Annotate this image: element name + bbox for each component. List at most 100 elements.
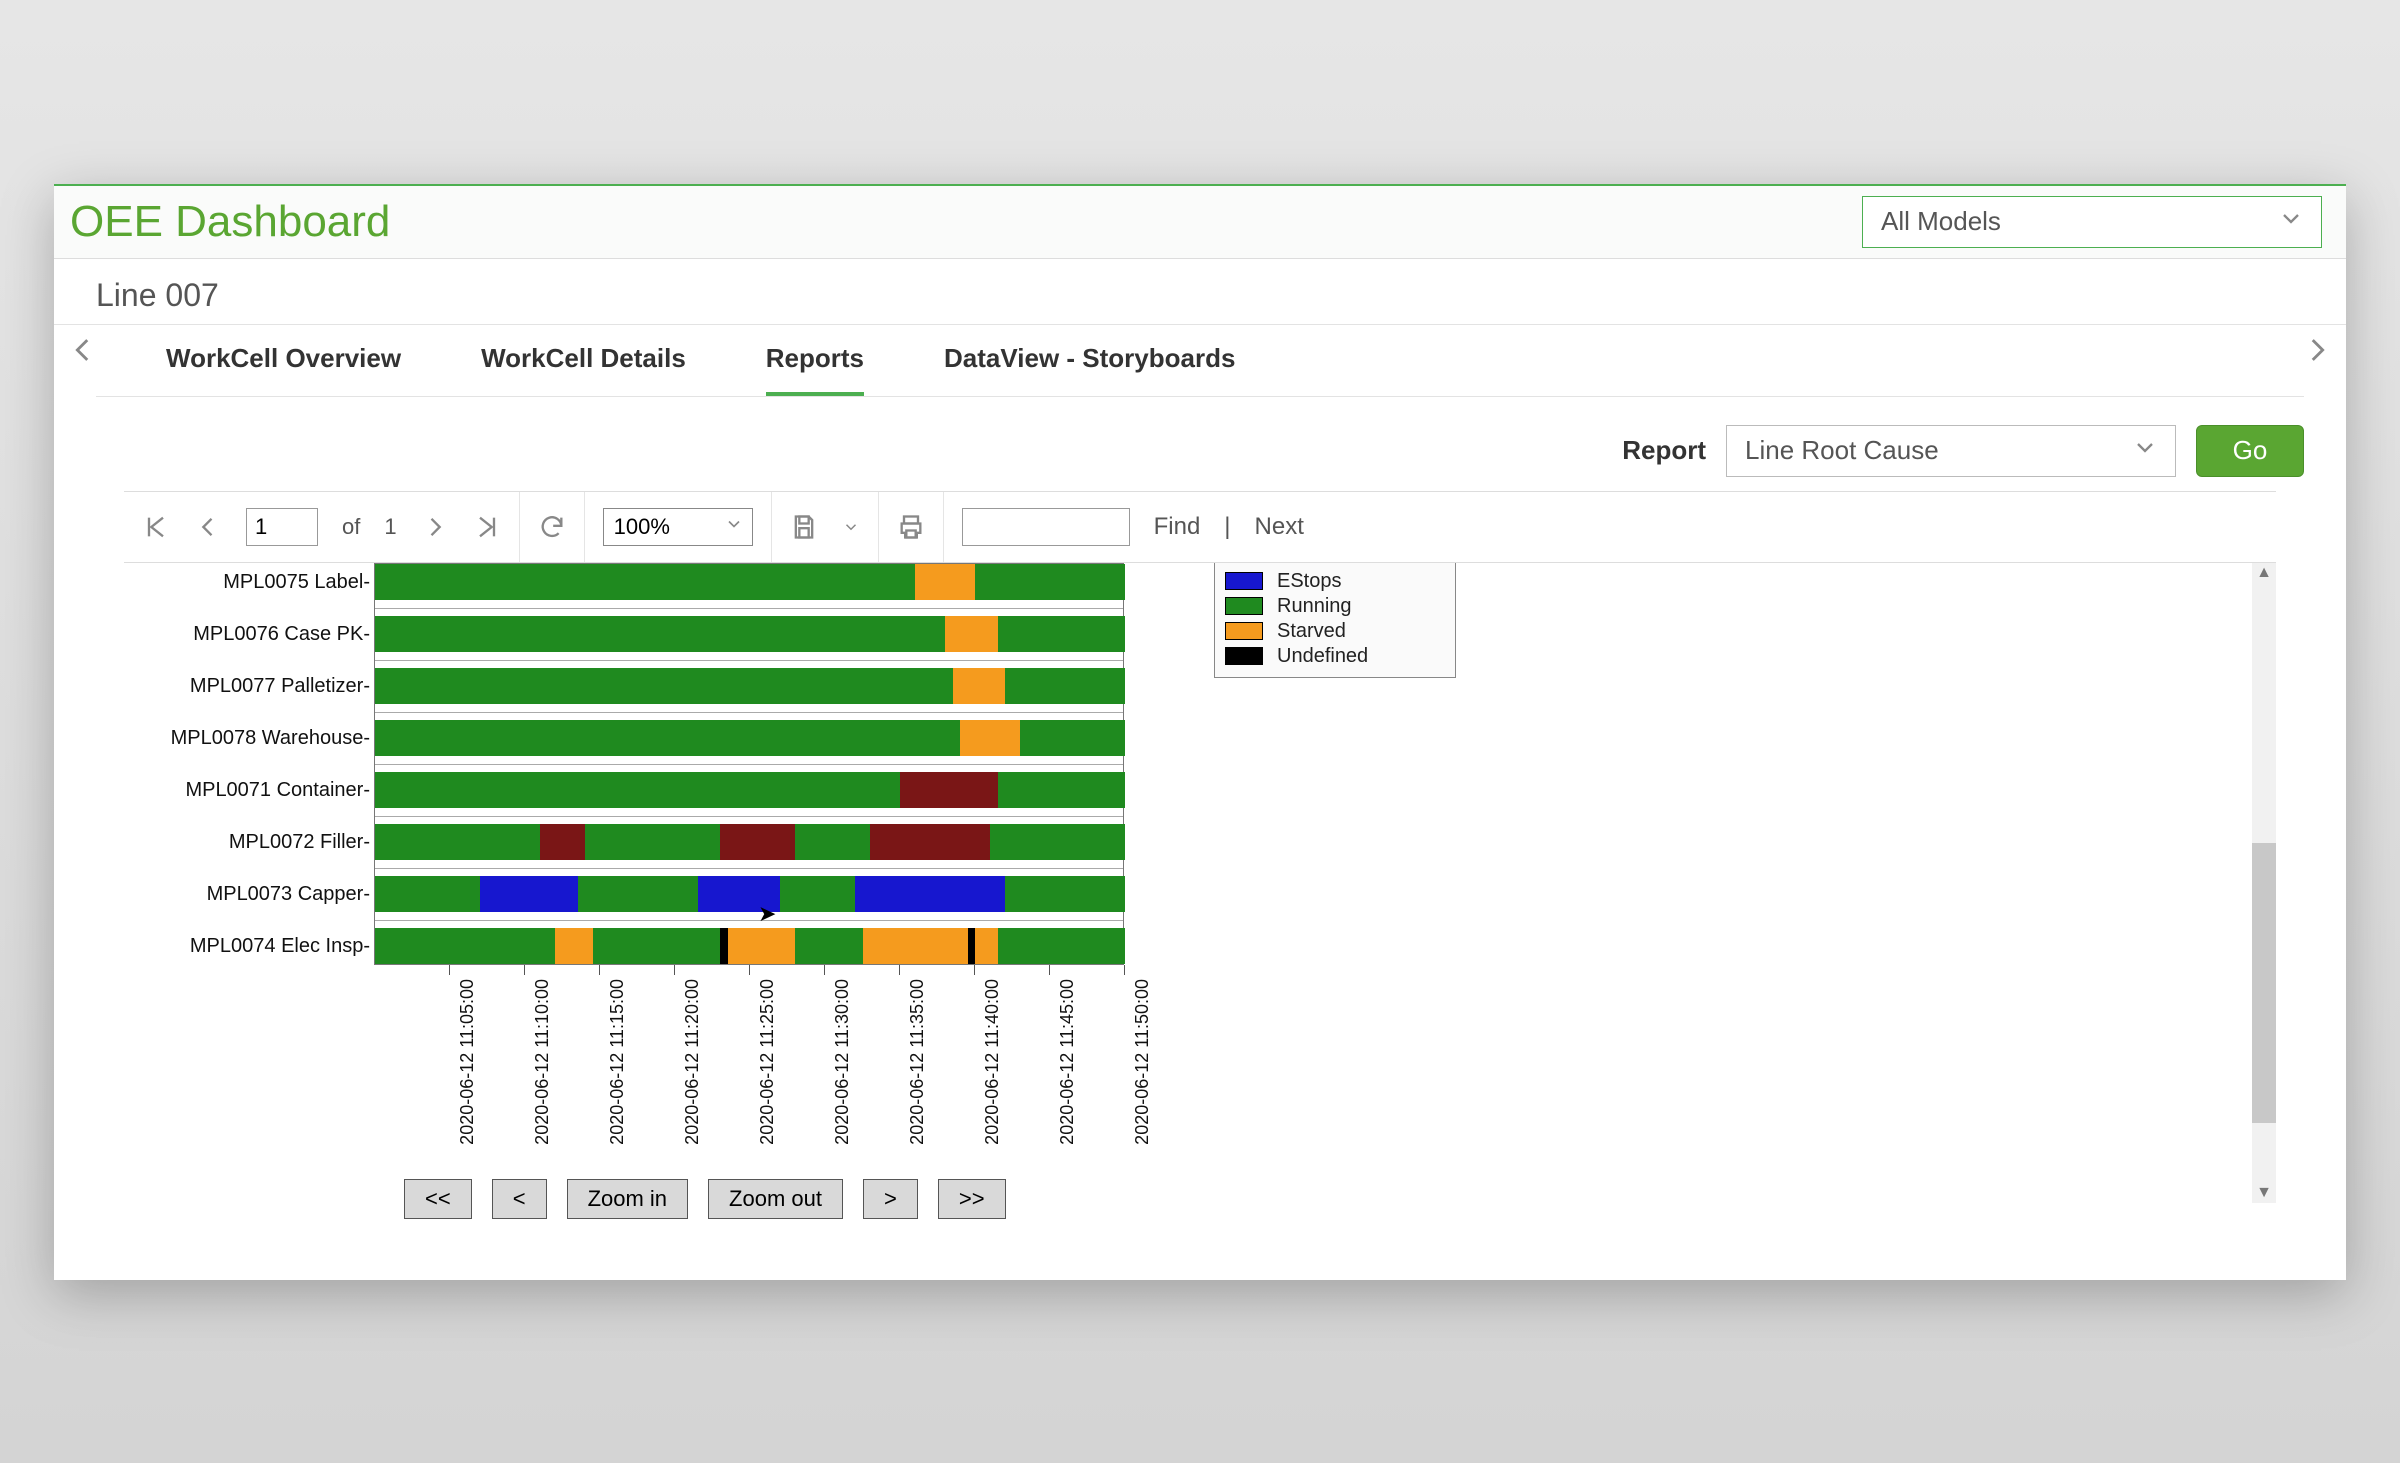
gantt-lane xyxy=(375,564,1123,600)
gantt-segment[interactable] xyxy=(780,876,855,912)
scroll-up-button[interactable]: ▲ xyxy=(2252,563,2276,583)
report-label: Report xyxy=(1622,435,1706,466)
page-title: OEE Dashboard xyxy=(70,197,390,247)
gantt-segment[interactable] xyxy=(1005,668,1125,704)
gantt-segment[interactable] xyxy=(375,928,555,964)
gantt-segment[interactable] xyxy=(555,928,593,964)
tab-dataview-storyboards[interactable]: DataView - Storyboards xyxy=(944,325,1235,396)
report-toolbar: of 1 100% xyxy=(124,491,2276,563)
gantt-segment[interactable] xyxy=(975,928,998,964)
tabs-scroll-left-icon[interactable] xyxy=(66,333,100,377)
save-menu-button[interactable] xyxy=(842,518,860,536)
report-select-value: Line Root Cause xyxy=(1745,435,1939,466)
scroll-down-button[interactable]: ▼ xyxy=(2252,1183,2276,1203)
gantt-segment[interactable] xyxy=(720,928,728,964)
gantt-segment[interactable] xyxy=(915,564,975,600)
gantt-lane xyxy=(375,928,1123,964)
gantt-segment[interactable] xyxy=(945,616,998,652)
last-page-button[interactable] xyxy=(473,513,501,541)
gantt-segment[interactable] xyxy=(953,668,1006,704)
first-page-button[interactable] xyxy=(142,513,170,541)
gantt-segment[interactable] xyxy=(968,928,976,964)
legend-swatch xyxy=(1225,597,1263,615)
next-page-button[interactable] xyxy=(421,513,449,541)
gantt-segment[interactable] xyxy=(480,876,578,912)
legend-label: Running xyxy=(1277,595,1352,618)
legend: EStopsRunningStarvedUndefined xyxy=(1214,563,1456,678)
scrollbar-thumb[interactable] xyxy=(2252,843,2276,1123)
chevron-down-icon xyxy=(2277,204,2305,239)
gantt-segment[interactable] xyxy=(900,772,998,808)
save-button[interactable] xyxy=(790,513,818,541)
tab-workcell-overview[interactable]: WorkCell Overview xyxy=(166,325,401,396)
chart-nav-row: << < Zoom in Zoom out > >> xyxy=(404,1179,1006,1219)
print-button[interactable] xyxy=(897,513,925,541)
zoom-select[interactable]: 100% xyxy=(603,508,753,546)
gantt-segment[interactable] xyxy=(720,824,795,860)
find-button[interactable]: Find xyxy=(1154,513,1201,541)
legend-label: Starved xyxy=(1277,620,1346,643)
go-button[interactable]: Go xyxy=(2196,425,2304,477)
gantt-segment[interactable] xyxy=(795,928,863,964)
legend-label: EStops xyxy=(1277,570,1341,593)
gantt-segment[interactable] xyxy=(375,772,900,808)
x-tick-label: 2020-06-12 11:05:00 xyxy=(457,979,478,1145)
header: OEE Dashboard All Models xyxy=(54,184,2346,259)
gantt-segment[interactable] xyxy=(375,668,953,704)
gantt-segment[interactable] xyxy=(593,928,721,964)
page-number-input[interactable] xyxy=(246,508,318,546)
gantt-segment[interactable] xyxy=(998,928,1126,964)
page-total: 1 xyxy=(384,514,396,540)
chart-next-button[interactable]: > xyxy=(863,1179,918,1219)
gantt-segment[interactable] xyxy=(698,876,781,912)
chevron-down-icon xyxy=(2131,433,2159,468)
gantt-segment[interactable] xyxy=(870,824,990,860)
gantt-segment[interactable] xyxy=(1005,876,1125,912)
legend-item: EStops xyxy=(1225,569,1445,594)
gantt-segment[interactable] xyxy=(1020,720,1125,756)
chart-zoom-in-button[interactable]: Zoom in xyxy=(567,1179,688,1219)
gantt-segment[interactable] xyxy=(585,824,720,860)
gantt-segment[interactable] xyxy=(375,824,540,860)
legend-item: Starved xyxy=(1225,619,1445,644)
find-input[interactable] xyxy=(962,508,1130,546)
chart-prev-button[interactable]: < xyxy=(492,1179,547,1219)
gantt-lane xyxy=(375,772,1123,808)
gantt-segment[interactable] xyxy=(728,928,796,964)
tab-workcell-details[interactable]: WorkCell Details xyxy=(481,325,686,396)
gantt-segment[interactable] xyxy=(540,824,585,860)
gantt-row-label: MPL0072 Filler- xyxy=(229,831,370,854)
refresh-button[interactable] xyxy=(538,513,566,541)
chart-last-button[interactable]: >> xyxy=(938,1179,1006,1219)
chart-first-button[interactable]: << xyxy=(404,1179,472,1219)
gantt-row-label: MPL0077 Palletizer- xyxy=(190,675,370,698)
gantt-segment[interactable] xyxy=(375,876,480,912)
gantt-segment[interactable] xyxy=(375,564,915,600)
gantt-row-label: MPL0078 Warehouse- xyxy=(171,727,370,750)
find-next-button[interactable]: Next xyxy=(1255,513,1304,541)
gantt-segment[interactable] xyxy=(855,876,1005,912)
gantt-segment[interactable] xyxy=(795,824,870,860)
tabs-scroll-right-icon[interactable] xyxy=(2300,333,2334,377)
legend-item: Running xyxy=(1225,594,1445,619)
gantt-segment[interactable] xyxy=(375,720,960,756)
report-picker-row: Report Line Root Cause Go xyxy=(54,397,2346,491)
tab-reports[interactable]: Reports xyxy=(766,325,864,396)
gantt-segment[interactable] xyxy=(998,616,1126,652)
gantt-segment[interactable] xyxy=(975,564,1125,600)
x-tick-label: 2020-06-12 11:25:00 xyxy=(757,979,778,1145)
gantt-lane xyxy=(375,720,1123,756)
report-body: ▲ ▼ MPL0075 Label-MPL0076 Case PK-MPL007… xyxy=(124,563,2276,1203)
model-select[interactable]: All Models xyxy=(1862,196,2322,248)
report-select[interactable]: Line Root Cause xyxy=(1726,425,2176,477)
app-window: OEE Dashboard All Models Line 007 WorkCe… xyxy=(54,184,2346,1280)
gantt-segment[interactable] xyxy=(578,876,698,912)
x-tick-label: 2020-06-12 11:50:00 xyxy=(1132,979,1153,1145)
gantt-segment[interactable] xyxy=(990,824,1125,860)
gantt-segment[interactable] xyxy=(863,928,968,964)
gantt-segment[interactable] xyxy=(998,772,1126,808)
gantt-segment[interactable] xyxy=(960,720,1020,756)
gantt-segment[interactable] xyxy=(375,616,945,652)
prev-page-button[interactable] xyxy=(194,513,222,541)
chart-zoom-out-button[interactable]: Zoom out xyxy=(708,1179,843,1219)
